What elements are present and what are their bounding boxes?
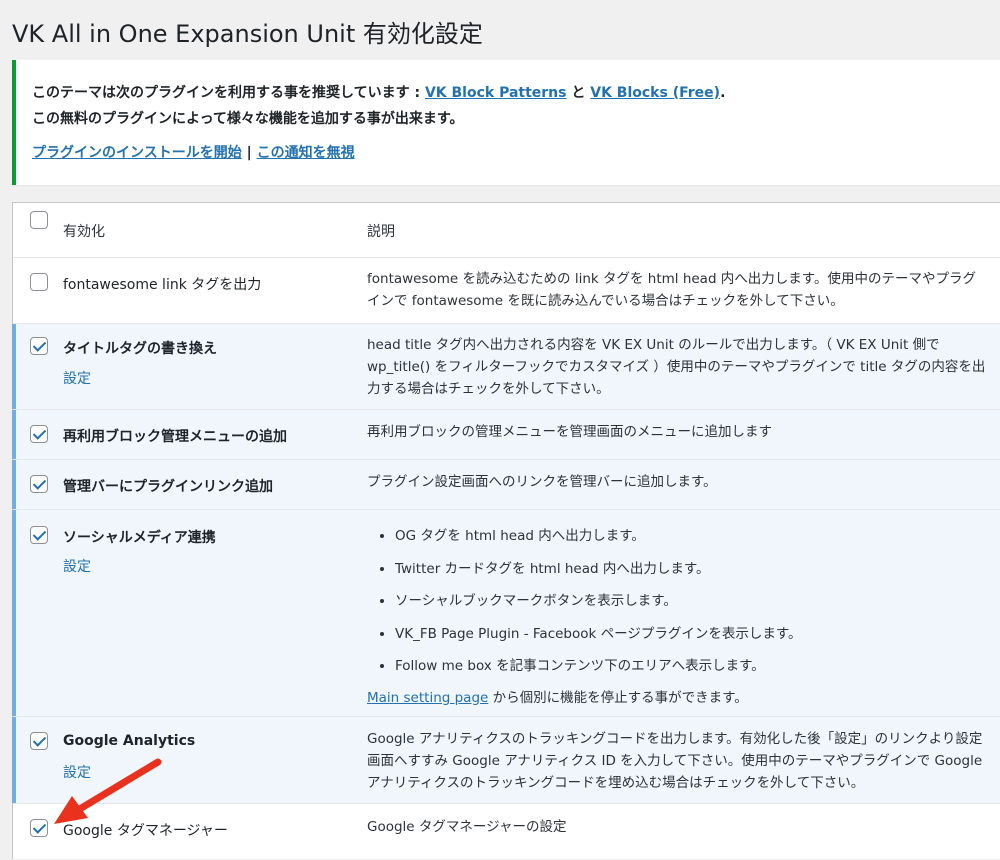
module-name: 管理バーにプラグインリンク追加 <box>63 479 273 495</box>
module-name: fontawesome link タグを出力 <box>63 277 262 293</box>
table-row: fontawesome link タグを出力 fontawesome を読み込む… <box>13 258 1000 324</box>
module-description: プラグイン設定画面へのリンクを管理バーに追加します。 <box>367 474 717 490</box>
module-setting-link[interactable]: 設定 <box>63 556 91 576</box>
list-item: ソーシャルブックマークボタンを表示します。 <box>395 585 987 618</box>
header-enable: 有効化 <box>63 224 105 240</box>
notice-line-1: このテーマは次のプラグインを利用する事を推奨しています : VK Block P… <box>32 85 726 101</box>
module-checkbox-social-media[interactable] <box>30 526 48 544</box>
module-name: 再利用ブロック管理メニューの追加 <box>63 429 287 445</box>
page-title: VK All in One Expansion Unit 有効化設定 <box>12 20 483 48</box>
vk-blocks-free-link[interactable]: VK Blocks (Free) <box>590 85 720 101</box>
notice-line-2: この無料のプラグインによって様々な機能を追加する事が出来ます。 <box>32 111 464 127</box>
main-setting-page-link[interactable]: Main setting page <box>367 690 488 706</box>
module-setting-link[interactable]: 設定 <box>63 368 91 388</box>
notice-actions: プラグインのインストールを開始 | この通知を無視 <box>32 145 355 161</box>
vk-block-patterns-link[interactable]: VK Block Patterns <box>425 85 567 101</box>
red-arrow-annotation <box>54 758 162 824</box>
module-checkbox-google-analytics[interactable] <box>30 732 48 750</box>
module-description: OG タグを html head 内へ出力します。 Twitter カードタグを… <box>367 520 987 709</box>
feature-list: OG タグを html head 内へ出力します。 Twitter カードタグを… <box>367 520 987 683</box>
module-checkbox-reusable-block[interactable] <box>30 425 48 443</box>
module-description: Google アナリティクスのトラッキングコードを出力します。有効化した後「設定… <box>367 731 983 791</box>
table-row: 再利用ブロック管理メニューの追加 再利用ブロックの管理メニューを管理画面のメニュ… <box>12 410 1000 460</box>
header-description: 説明 <box>367 224 395 240</box>
main-setting-note: Main setting page から個別に機能を停止する事ができます。 <box>367 689 748 706</box>
table-row: タイトルタグの書き換え 設定 head title タグ内へ出力される内容を V… <box>12 324 1000 410</box>
module-checkbox-google-tag-manager[interactable] <box>30 819 48 837</box>
plugin-recommendation-notice: このテーマは次のプラグインを利用する事を推奨しています : VK Block P… <box>12 60 1000 185</box>
module-name: ソーシャルメディア連携 <box>63 530 216 546</box>
module-checkbox-title-tag[interactable] <box>30 337 48 355</box>
module-description: 再利用ブロックの管理メニューを管理画面のメニューに追加します <box>367 424 772 440</box>
list-item: Follow me box を記事コンテンツ下のエリアへ表示します。 <box>395 650 987 683</box>
module-description: Google タグマネージャーの設定 <box>367 819 567 835</box>
module-name: Google Analytics <box>63 733 196 749</box>
table-row: ソーシャルメディア連携 設定 OG タグを html head 内へ出力します。… <box>12 510 1000 717</box>
list-item: VK_FB Page Plugin - Facebook ページプラグインを表示… <box>395 618 987 651</box>
install-plugins-link[interactable]: プラグインのインストールを開始 <box>32 145 242 161</box>
list-item: OG タグを html head 内へ出力します。 <box>395 520 987 553</box>
table-row: 管理バーにプラグインリンク追加 プラグイン設定画面へのリンクを管理バーに追加しま… <box>12 460 1000 510</box>
module-name: タイトルタグの書き換え <box>63 341 217 357</box>
list-item: Twitter カードタグを html head 内へ出力します。 <box>395 553 987 586</box>
module-description: fontawesome を読み込むための link タグを html head … <box>367 271 976 309</box>
module-checkbox-fontawesome[interactable] <box>30 273 48 291</box>
dismiss-notice-link[interactable]: この通知を無視 <box>257 145 355 161</box>
module-checkbox-admin-bar[interactable] <box>30 475 48 493</box>
table-header: 有効化 説明 <box>13 203 1000 258</box>
select-all-checkbox[interactable] <box>30 211 48 229</box>
module-description: head title タグ内へ出力される内容を VK EX Unit のルールで… <box>367 337 986 397</box>
